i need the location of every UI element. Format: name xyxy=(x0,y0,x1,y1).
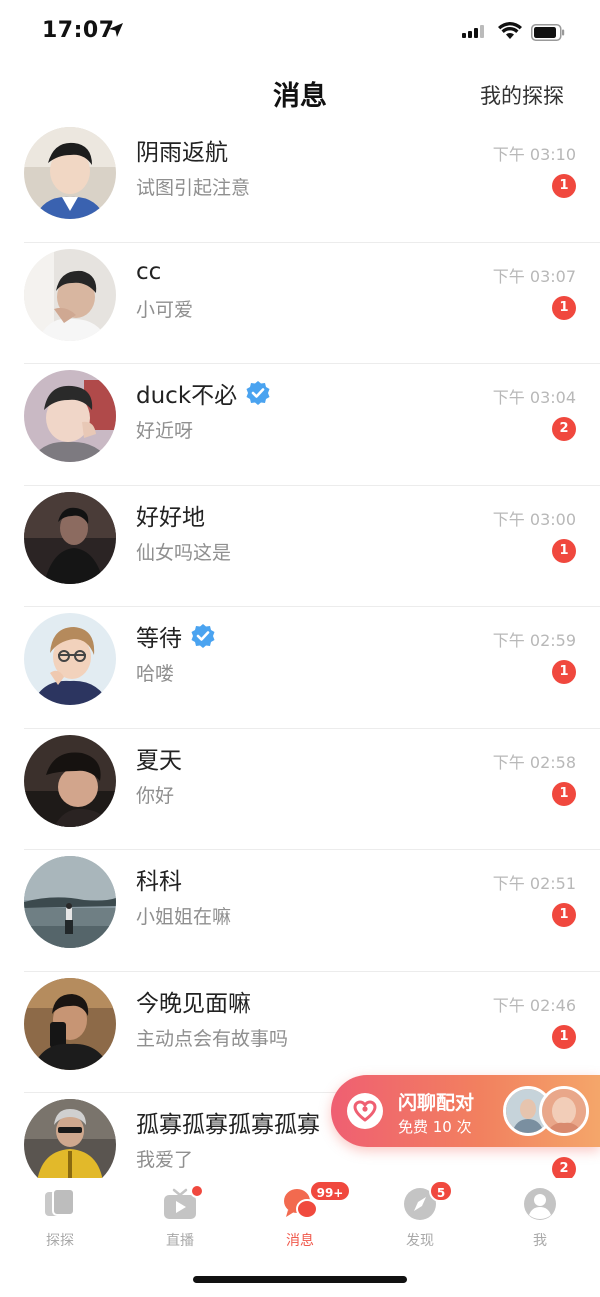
avatar[interactable] xyxy=(24,734,116,827)
message-row[interactable]: 等待 哈喽 下午 02:59 1 xyxy=(0,607,600,729)
message-preview: 哈喽 xyxy=(136,663,175,685)
message-row[interactable]: 好好地 仙女吗这是 下午 03:00 1 xyxy=(0,486,600,608)
live-notification-dot xyxy=(190,1184,204,1198)
contact-name: 阴雨返航 xyxy=(136,140,228,166)
avatar[interactable] xyxy=(24,977,116,1070)
message-row[interactable]: cc 小可爱 下午 03:07 1 xyxy=(0,243,600,365)
header: 消息 我的探探 xyxy=(0,64,600,126)
status-bar: 17:07 xyxy=(0,0,600,64)
message-preview: 小姐姐在嘛 xyxy=(136,906,232,928)
name-line: cc xyxy=(136,255,161,289)
unread-badge: 1 xyxy=(552,781,576,806)
avatar[interactable] xyxy=(24,248,116,341)
tab-messages[interactable]: 99+ 消息 xyxy=(240,1180,360,1256)
message-time: 下午 03:10 xyxy=(492,145,576,164)
avatar[interactable] xyxy=(24,127,116,219)
profile-icon xyxy=(524,1188,556,1220)
message-row[interactable]: 夏天 你好 下午 02:58 1 xyxy=(0,729,600,851)
unread-badge: 1 xyxy=(552,174,576,198)
name-line: 夏天 xyxy=(136,741,182,775)
avatar[interactable] xyxy=(24,370,116,462)
message-time: 下午 02:59 xyxy=(492,631,576,650)
verified-badge-icon xyxy=(246,381,270,405)
tab-label: 发现 xyxy=(406,1233,434,1249)
message-row[interactable]: 科科 小姐姐在嘛 下午 02:51 1 xyxy=(0,850,600,972)
contact-name: duck不必 xyxy=(136,383,238,409)
avatar[interactable] xyxy=(24,491,116,584)
message-row[interactable]: duck不必 好近呀 下午 03:04 2 xyxy=(0,364,600,486)
contact-name: 好好地 xyxy=(136,504,205,531)
message-preview: 我爱了 xyxy=(136,1149,194,1171)
message-preview: 试图引起注意 xyxy=(136,177,251,199)
home-indicator xyxy=(193,1276,407,1283)
my-tantan-link[interactable]: 我的探探 xyxy=(480,80,564,110)
flash-chat-banner[interactable]: 闪聊配对 免费 10 次 xyxy=(331,1075,600,1147)
tab-label: 探探 xyxy=(46,1233,74,1249)
verified-badge-icon xyxy=(191,624,215,648)
message-time: 下午 03:07 xyxy=(492,266,576,286)
message-row[interactable]: 阴雨返航 试图引起注意 下午 03:10 1 xyxy=(0,121,600,243)
name-line: 孤寡孤寡孤寡孤寡 xyxy=(136,1105,320,1139)
discover-badge: 5 xyxy=(429,1180,453,1202)
messages-unread-badge: 99+ xyxy=(309,1180,351,1202)
name-line: 好好地 xyxy=(136,498,205,532)
message-list: 阴雨返航 试图引起注意 下午 03:10 1 cc 小可爱 下午 03:07 1… xyxy=(0,121,600,1215)
status-time: 17:07 xyxy=(42,18,115,43)
contact-name: cc xyxy=(136,258,162,285)
tab-me[interactable]: 我 xyxy=(480,1186,600,1256)
message-time: 下午 03:00 xyxy=(492,509,576,529)
contact-name: 科科 xyxy=(136,869,182,895)
message-preview: 好近呀 xyxy=(136,420,194,442)
message-preview: 小可爱 xyxy=(136,298,194,321)
unread-badge: 1 xyxy=(552,295,576,320)
location-arrow-icon xyxy=(109,23,123,37)
message-preview: 你好 xyxy=(136,784,175,807)
message-preview: 主动点会有故事吗 xyxy=(136,1027,289,1050)
name-line: duck不必 xyxy=(136,376,271,410)
name-line: 科科 xyxy=(136,862,182,896)
tab-discover[interactable]: 5 发现 xyxy=(360,1180,480,1256)
cards-icon xyxy=(45,1188,75,1216)
flash-chat-subtitle: 免费 10 次 xyxy=(398,1118,472,1136)
tab-label: 直播 xyxy=(166,1233,194,1249)
unread-badge: 1 xyxy=(552,903,576,927)
battery-icon xyxy=(531,24,565,41)
message-time: 下午 03:04 xyxy=(492,388,576,407)
message-time: 下午 02:46 xyxy=(492,995,576,1015)
tab-tantan[interactable]: 探探 xyxy=(0,1186,120,1256)
name-line: 今晚见面嘛 xyxy=(136,984,251,1018)
unread-badge: 1 xyxy=(552,660,576,684)
flash-chat-title: 闪聊配对 xyxy=(398,1092,475,1114)
contact-name: 孤寡孤寡孤寡孤寡 xyxy=(136,1112,320,1138)
unread-badge: 2 xyxy=(552,417,576,441)
match-avatar xyxy=(539,1086,589,1136)
heart-chat-icon xyxy=(347,1093,383,1129)
name-line: 阴雨返航 xyxy=(136,133,228,167)
unread-badge: 1 xyxy=(552,1024,576,1049)
contact-name: 夏天 xyxy=(136,747,182,774)
contact-name: 今晚见面嘛 xyxy=(136,990,251,1017)
wifi-icon xyxy=(498,22,522,39)
tab-live[interactable]: 直播 xyxy=(120,1184,240,1256)
message-time: 下午 02:58 xyxy=(492,752,576,772)
message-preview: 仙女吗这是 xyxy=(136,541,232,564)
name-line: 等待 xyxy=(136,619,216,653)
cellular-signal-icon xyxy=(462,25,484,38)
unread-badge: 1 xyxy=(552,538,576,563)
avatar[interactable] xyxy=(24,856,116,948)
message-time: 下午 02:51 xyxy=(492,874,576,893)
tab-label: 消息 xyxy=(286,1233,314,1249)
avatar[interactable] xyxy=(24,613,116,705)
tab-label: 我 xyxy=(533,1233,547,1249)
contact-name: 等待 xyxy=(136,626,182,652)
